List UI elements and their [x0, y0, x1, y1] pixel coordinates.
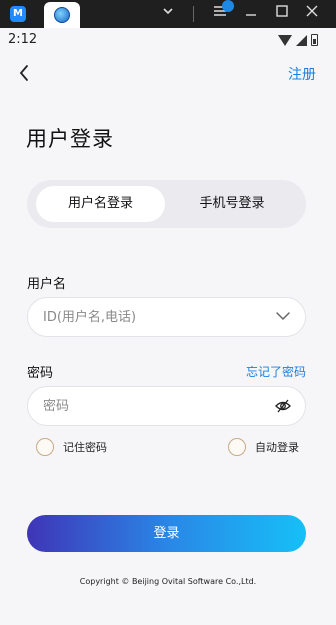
auto-login-checkbox[interactable]: 自动登录: [228, 438, 299, 456]
register-link[interactable]: 注册: [288, 64, 316, 84]
password-label: 密码: [27, 366, 54, 381]
status-icons: [278, 33, 318, 47]
emulator-titlebar: M: [0, 0, 336, 28]
chevron-left-icon: [19, 65, 28, 81]
app-logo-icon[interactable]: M: [10, 6, 26, 22]
tab-phone-login[interactable]: 手机号登录: [167, 186, 297, 222]
remember-password-label: 记住密码: [63, 441, 107, 454]
checkbox-circle: [228, 438, 246, 456]
remember-password-checkbox[interactable]: 记住密码: [36, 438, 107, 456]
page-title: 用户登录: [26, 127, 114, 151]
eye-off-icon[interactable]: [275, 398, 291, 414]
forgot-password-link[interactable]: 忘记了密码: [246, 363, 306, 380]
username-input[interactable]: [43, 298, 263, 336]
password-input[interactable]: [43, 387, 263, 425]
browser-globe-icon: [54, 7, 70, 23]
maximize-icon[interactable]: [272, 4, 292, 24]
minimize-icon[interactable]: [241, 4, 261, 24]
titlebar-divider: [193, 6, 194, 22]
chevron-down-icon[interactable]: [158, 4, 178, 24]
battery-icon: [311, 34, 318, 46]
status-time: 2:12: [8, 32, 38, 47]
status-bar: 2:12: [0, 28, 336, 52]
username-label: 用户名: [27, 277, 67, 292]
password-field: [27, 386, 306, 426]
signal-icon: [296, 34, 307, 46]
close-icon[interactable]: [302, 4, 322, 24]
tab-username-login[interactable]: 用户名登录: [36, 186, 165, 222]
browser-tab[interactable]: [44, 2, 80, 28]
auto-login-label: 自动登录: [255, 441, 299, 454]
chevron-down-icon[interactable]: [275, 310, 291, 322]
wifi-icon: [278, 34, 292, 46]
update-badge-icon: [222, 0, 234, 12]
login-mode-tabs: 用户名登录 手机号登录: [27, 180, 306, 228]
checkbox-circle: [36, 438, 54, 456]
back-button[interactable]: [16, 63, 34, 83]
copyright-text: Copyright © Beijing Ovital Software Co.,…: [79, 577, 257, 586]
login-button[interactable]: 登录: [27, 515, 306, 552]
username-field: [27, 297, 306, 337]
